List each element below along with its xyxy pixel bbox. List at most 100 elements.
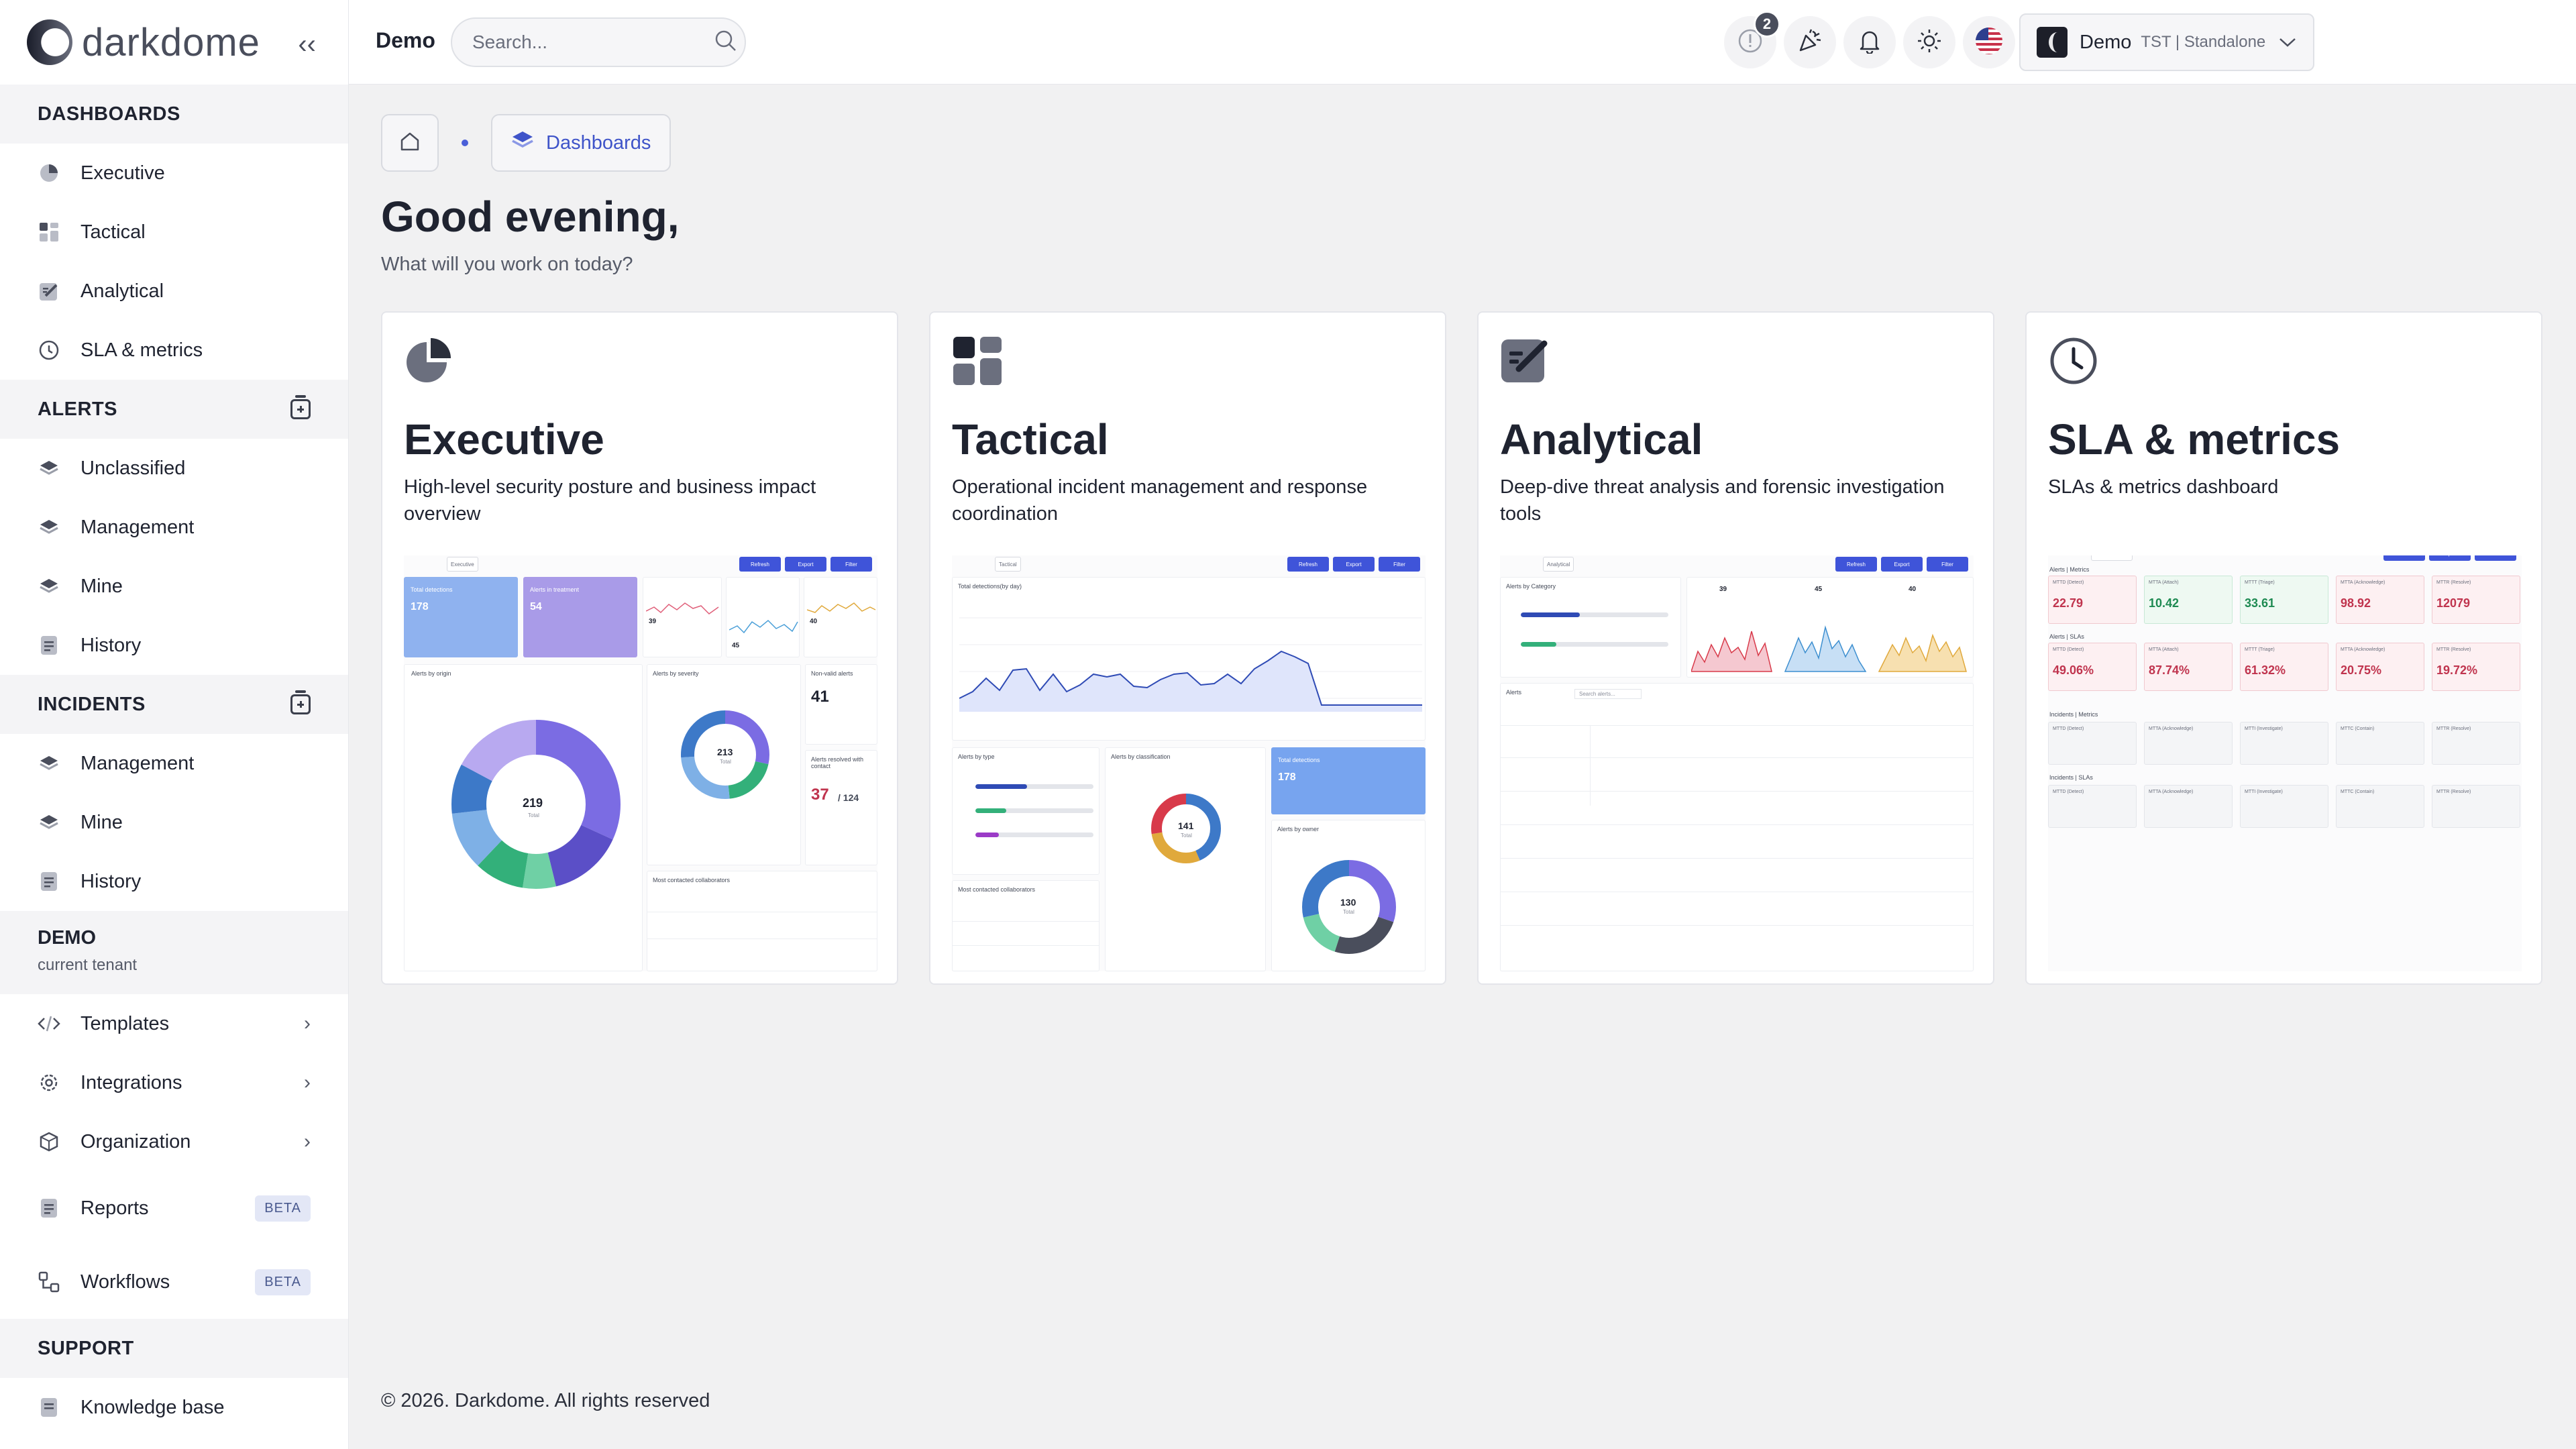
- add-alert-icon[interactable]: [290, 395, 311, 419]
- preview-false-positive: 40: [804, 577, 877, 657]
- report-icon: [38, 1197, 60, 1220]
- layers-icon: [511, 130, 534, 156]
- preview-crumb: Executive: [447, 557, 478, 572]
- incident-metric-cell: MTTA (Acknowledge): [2144, 722, 2233, 765]
- grid-icon: [38, 221, 60, 244]
- search-input[interactable]: [472, 32, 714, 53]
- sparkline: [807, 602, 876, 613]
- preview-alerts-slas-label: Alerts | SLAs: [2049, 633, 2084, 640]
- sidebar-item-knowledge-base[interactable]: Knowledge base: [0, 1378, 348, 1437]
- breadcrumb-home-button[interactable]: [381, 114, 439, 172]
- alerts-notification-button[interactable]: 2: [1724, 11, 1780, 68]
- preview-crumb: SLA & metrics: [2091, 555, 2133, 561]
- sidebar-item-tactical[interactable]: Tactical: [0, 203, 348, 262]
- preview-collaborators-label: Most contacted collaborators: [653, 877, 731, 883]
- sla-percent-cell: MTTT (Triage) 61.32%: [2240, 643, 2328, 691]
- preview-class-total-word: Total: [1181, 833, 1192, 839]
- preview-total-detections-label: Total detections: [411, 586, 453, 593]
- top-bar: Demo 2 Demo TST | Standalone: [349, 0, 2576, 85]
- preview-false-value: 40: [810, 618, 818, 625]
- dashboard-card-analytical[interactable]: Analytical Deep-dive threat analysis and…: [1477, 311, 1994, 985]
- workflow-icon: [38, 1271, 60, 1293]
- footer-copyright: © 2026. Darkdome. All rights reserved: [381, 1390, 710, 1411]
- preview-benign-true-positive: 45: [726, 577, 800, 657]
- sidebar-item-reports[interactable]: Reports BETA: [0, 1171, 348, 1245]
- cube-icon: [38, 1130, 60, 1153]
- home-icon: [398, 129, 422, 157]
- search-icon[interactable]: [714, 30, 737, 56]
- analytical-dashboard-preview: Analytical Refresh Export Filter Alerts …: [1500, 555, 1974, 971]
- layers-icon: [38, 575, 60, 598]
- preview-origin-label: Alerts by origin: [411, 670, 451, 677]
- breadcrumb-dashboards[interactable]: Dashboards: [491, 114, 672, 172]
- sidebar-item-organization[interactable]: Organization ›: [0, 1112, 348, 1171]
- tenant-switcher[interactable]: Demo TST | Standalone: [2019, 13, 2314, 71]
- add-incident-icon[interactable]: [290, 690, 311, 714]
- layers-icon: [38, 516, 60, 539]
- darkdome-logo: [27, 19, 72, 65]
- sla-metric-cell: MTTD (Detect) 22.79: [2048, 576, 2137, 624]
- preview-non-valid-alerts: Non-valid alerts 41: [805, 664, 877, 745]
- announcements-button[interactable]: [1784, 16, 1836, 68]
- preview-filter-button: Filter: [2475, 555, 2516, 561]
- incident-metric-cell: MTTI (Investigate): [2240, 722, 2328, 765]
- preview-resolved-label: Alerts resolved with contact: [811, 756, 864, 769]
- preview-tactical-collaborators: Most contacted collaborators: [952, 880, 1099, 971]
- preview-total-detections-value: 178: [411, 601, 429, 612]
- sidebar-item-alerts-management[interactable]: Management: [0, 498, 348, 557]
- preview-alerts-treatment: Alerts in treatment 54: [523, 577, 637, 657]
- sidebar-item-alerts-mine[interactable]: Mine: [0, 557, 348, 616]
- incident-sla-cell: MTTC (Contain): [2336, 785, 2424, 828]
- preview-alerts-by-severity: Alerts by severity 213 Total: [647, 664, 801, 865]
- brand: darkdome ‹‹: [0, 0, 348, 85]
- collapse-sidebar-button[interactable]: ‹‹: [298, 30, 316, 60]
- preview-collaborators-label: Most contacted collaborators: [958, 886, 1036, 893]
- sidebar-item-analytical[interactable]: Analytical: [0, 262, 348, 321]
- card-description: Operational incident management and resp…: [952, 476, 1368, 525]
- preview-severity-total-word: Total: [720, 759, 731, 765]
- sidebar-item-sla-metrics[interactable]: SLA & metrics: [0, 321, 348, 380]
- preview-search-alerts: Search alerts...: [1574, 689, 1642, 699]
- tenant-title: Demo: [376, 28, 435, 52]
- preview-true-positive: 39: [643, 577, 722, 657]
- sidebar-item-workflows[interactable]: Workflows BETA: [0, 1245, 348, 1319]
- preview-total-detections-value: 178: [1278, 771, 1296, 783]
- preview-total-detections: Total detections 178: [404, 577, 518, 657]
- main-content: Dashboards Good evening, What will you w…: [349, 85, 2576, 1449]
- breadcrumb-separator: [462, 140, 468, 146]
- preview-alerts-treatment-value: 54: [530, 601, 542, 612]
- dashboard-card-sla-metrics[interactable]: SLA & metrics SLAs & metrics dashboard S…: [2025, 311, 2542, 985]
- dashboard-card-executive[interactable]: Executive High-level security posture an…: [381, 311, 898, 985]
- book-icon: [38, 1396, 60, 1419]
- page-subtitle: What will you work on today?: [381, 254, 633, 275]
- dashboard-card-tactical[interactable]: Tactical Operational incident management…: [929, 311, 1446, 985]
- sla-metric-cell: MTTR (Resolve) 12079: [2432, 576, 2520, 624]
- sidebar-item-incidents-management[interactable]: Management: [0, 734, 348, 793]
- incident-sla-cell: MTTI (Investigate): [2240, 785, 2328, 828]
- language-button[interactable]: [1963, 16, 2015, 68]
- sun-icon: [1916, 28, 1943, 58]
- preview-alerts-table: Alerts Search alerts...: [1500, 683, 1974, 971]
- section-support-title: SUPPORT: [38, 1337, 134, 1359]
- clock-icon: [2050, 337, 2097, 384]
- preview-owner-total-word: Total: [1343, 909, 1354, 915]
- preview-class-total: 141: [1178, 820, 1194, 831]
- sidebar-item-incidents-mine[interactable]: Mine: [0, 793, 348, 852]
- preview-refresh-button: Refresh: [1835, 557, 1877, 572]
- sidebar-item-alerts-unclassified[interactable]: Unclassified: [0, 439, 348, 498]
- sidebar-item-label: Reports: [80, 1197, 149, 1219]
- sidebar-item-label: Executive: [80, 162, 165, 184]
- preview-collaborators: Most contacted collaborators: [647, 871, 877, 971]
- preview-alerts-by-owner: Alerts by owner 130 Total: [1271, 820, 1426, 971]
- preview-alerts-metrics-label: Alerts | Metrics: [2049, 566, 2090, 573]
- search-box[interactable]: [451, 17, 746, 67]
- sidebar-item-executive[interactable]: Executive: [0, 144, 348, 203]
- code-icon: [38, 1012, 60, 1035]
- preview-filter-button: Filter: [1379, 557, 1420, 572]
- theme-toggle-button[interactable]: [1903, 16, 1955, 68]
- notifications-button[interactable]: [1843, 16, 1896, 68]
- sidebar-item-alerts-history[interactable]: History: [0, 616, 348, 675]
- sidebar-item-templates[interactable]: Templates ›: [0, 994, 348, 1053]
- sidebar-item-integrations[interactable]: Integrations ›: [0, 1053, 348, 1112]
- sidebar-item-incidents-history[interactable]: History: [0, 852, 348, 911]
